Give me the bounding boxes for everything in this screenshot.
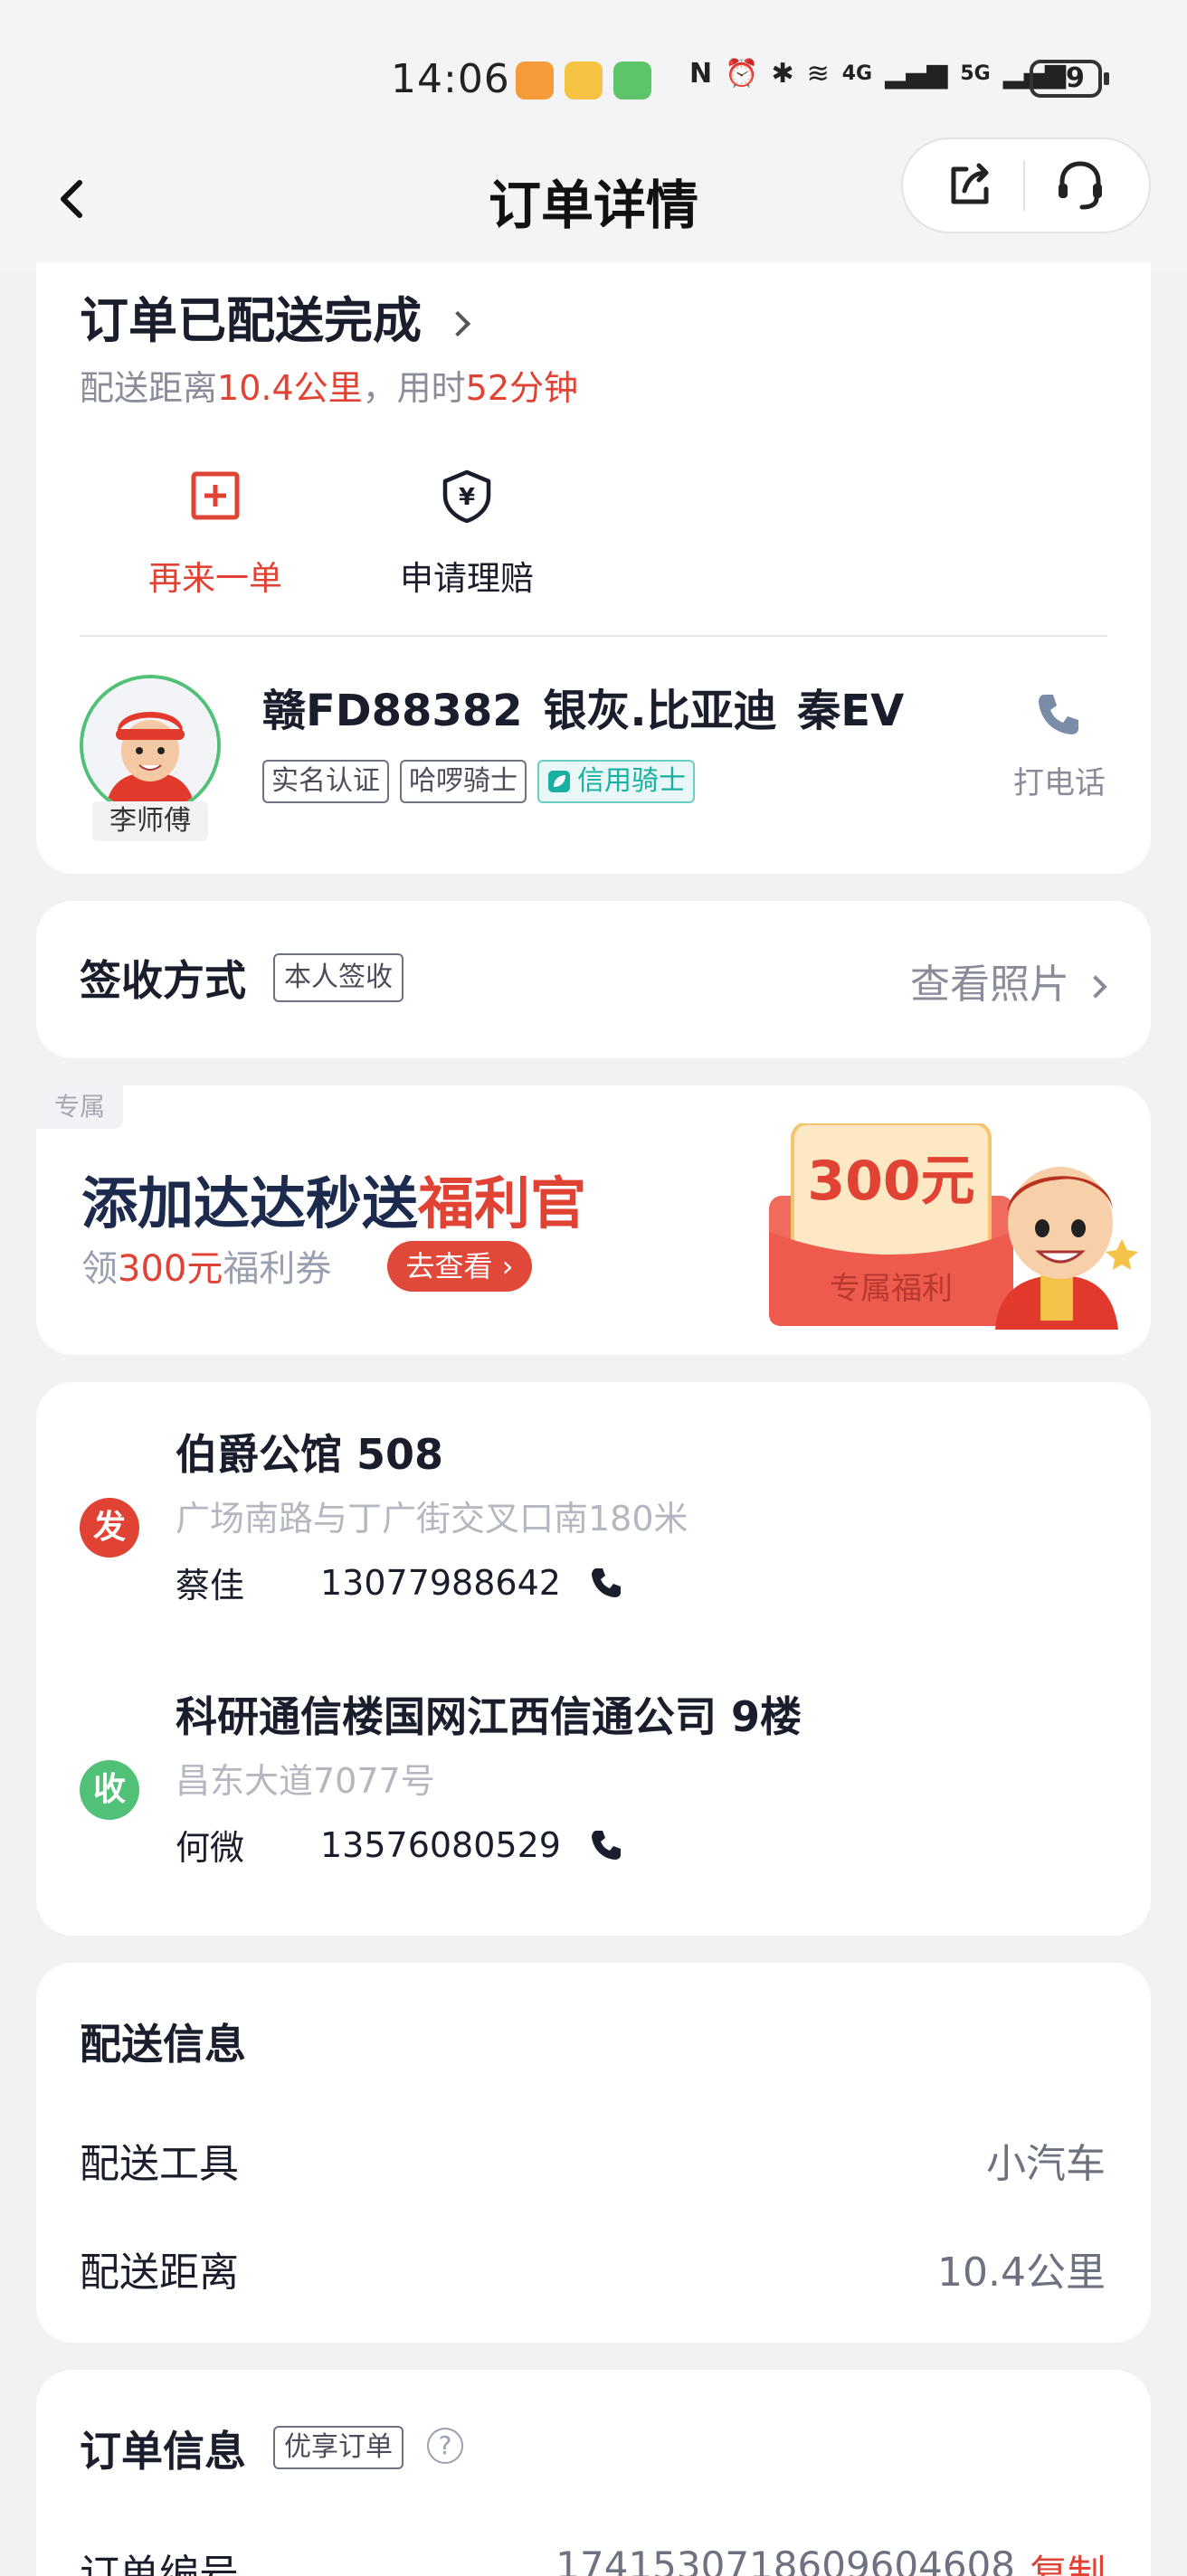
shield-yuan-icon: ¥ — [442, 469, 491, 524]
header-actions — [901, 137, 1151, 233]
call-label[interactable]: 打电话 — [1013, 758, 1106, 802]
leaf-icon — [548, 771, 570, 792]
status-bar: 14:06 N ⏰ ✱ ≋ 4G ▂▄▆ 5G ▂▄▆ 69 — [0, 0, 1187, 136]
promo-title-prefix: 添加达达秒送 — [81, 1170, 419, 1236]
rider-tags: 实名认证 哈啰骑士 信用骑士 — [262, 760, 695, 803]
rider-vehicle: 赣FD88382 银灰.比亚迪 秦EV — [262, 686, 905, 736]
summary-mid: ，用时 — [362, 368, 466, 408]
sender-address: 广场南路与丁广街交叉口南180米 — [176, 1499, 688, 1539]
sign-method-card: 签收方式 本人签收 查看照片 — [36, 901, 1151, 1058]
tag-credit-rider: 信用骑士 — [537, 760, 695, 803]
nfc-icon: N — [689, 58, 713, 90]
battery-icon: 69 — [1030, 60, 1109, 98]
signal-bars-icon: ▂▄▆ — [885, 58, 948, 90]
alarm-icon: ⏰ — [725, 58, 759, 90]
mascot-illustration — [995, 1167, 1138, 1330]
receiver-contact: 何微 13576080529 — [176, 1820, 624, 1870]
status-time: 14:06 — [391, 56, 510, 102]
sender-contact: 蔡佳 13077988642 — [176, 1558, 624, 1607]
summary-duration: 52分钟 — [465, 368, 579, 408]
promo-subtitle: 领300元福利券 — [81, 1239, 331, 1292]
receiver-address: 昌东大道7077号 — [176, 1761, 435, 1801]
promo-sub-amount: 300元 — [118, 1248, 223, 1290]
tag-verified: 实名认证 — [262, 760, 389, 803]
order-number-label: 订单编号 — [80, 2552, 239, 2576]
promo-sub-suffix: 福利券 — [223, 1248, 332, 1290]
tag-credit-label: 信用骑士 — [577, 765, 686, 797]
order-status-text: 订单已配送完成 — [80, 292, 422, 349]
status-icons: N ⏰ ✱ ≋ 4G ▂▄▆ 5G ▂▄▆ — [689, 58, 1066, 90]
order-number-value: 174153071860960460​8 — [556, 2543, 1015, 2576]
reorder-button[interactable]: 再来一单 — [134, 469, 297, 600]
order-status-card: 订单已配送完成 配送距离10.4公里，用时52分钟 再来一单 ¥ 申请理赔 李师 — [36, 262, 1151, 874]
weibo-icon — [565, 62, 603, 99]
help-icon[interactable]: ? — [427, 2428, 463, 2464]
claim-button[interactable]: ¥ 申请理赔 — [385, 469, 548, 600]
promo-go-button[interactable]: 去查看 › — [387, 1241, 532, 1292]
rider-avatar-image — [83, 678, 217, 812]
signal-4g-icon: 4G — [841, 62, 873, 85]
delivery-distance-label: 配送距离 — [80, 2249, 239, 2296]
customer-service-icon[interactable] — [1051, 156, 1109, 214]
plus-square-icon — [191, 471, 240, 520]
sender-phone[interactable]: 13077988642 — [320, 1563, 561, 1603]
copy-button[interactable]: 复制 — [1030, 2543, 1106, 2576]
summary-distance: 10.4公里 — [217, 368, 363, 408]
receiver-contact-name: 何微 — [176, 1828, 245, 1868]
phone-icon[interactable] — [588, 1565, 624, 1601]
iqiyi-icon — [613, 62, 651, 99]
view-photo-link[interactable]: 查看照片 — [910, 952, 1107, 1009]
phone-icon[interactable] — [1031, 687, 1086, 742]
sender-contact-name: 蔡佳 — [176, 1566, 245, 1605]
phone-icon[interactable] — [588, 1827, 624, 1863]
exclusive-badge: 专属 — [36, 1085, 123, 1129]
promo-go-label: 去查看 — [405, 1249, 493, 1283]
sign-method-tag: 本人签收 — [273, 953, 404, 1002]
app-notification-icon — [516, 62, 554, 99]
chevron-right-icon — [444, 311, 471, 337]
signal-5g-icon: 5G — [960, 62, 991, 85]
pill-divider — [1022, 160, 1025, 211]
delivery-tool-value: 小汽车 — [986, 2141, 1106, 2187]
promo-title-highlight: 福利官 — [418, 1170, 587, 1236]
sender-badge: 发 — [80, 1498, 139, 1558]
summary-prefix: 配送距离 — [80, 368, 218, 408]
address-card: 发 伯爵公馆 508 广场南路与丁广街交叉口南180米 蔡佳 130779886… — [36, 1382, 1151, 1936]
receiver-phone[interactable]: 13576080529 — [320, 1825, 561, 1865]
promo-banner[interactable]: 专属 添加达达秒送福利官 领300元福利券 去查看 › 300元 专属福利 — [36, 1085, 1151, 1355]
bluetooth-icon: ✱ — [771, 58, 794, 90]
promo-sub-prefix: 领 — [81, 1248, 118, 1290]
coupon-label: 专属福利 — [830, 1271, 953, 1307]
delivery-info-title: 配送信息 — [80, 2020, 246, 2069]
delivery-summary: 配送距离10.4公里，用时52分钟 — [80, 360, 578, 410]
delivery-distance-value: 10.4公里 — [937, 2249, 1106, 2296]
rider-name: 李师傅 — [92, 801, 208, 841]
promo-title: 添加达达秒送福利官 — [81, 1158, 586, 1239]
receiver-name: 科研通信楼国网江西信通公司 9楼 — [176, 1692, 802, 1741]
delivery-info-card: 配送信息 配送工具 小汽车 配送距离 10.4公里 — [36, 1963, 1151, 2343]
sign-method-title: 签收方式 — [80, 956, 246, 1005]
svg-text:¥: ¥ — [459, 484, 475, 511]
chevron-right-icon — [1084, 975, 1107, 999]
coupon-value: 300元 — [807, 1150, 974, 1213]
share-icon[interactable] — [943, 158, 997, 213]
reorder-label: 再来一单 — [148, 559, 282, 598]
view-photo-label: 查看照片 — [910, 961, 1069, 1008]
delivery-tool-label: 配送工具 — [80, 2141, 239, 2187]
section-divider — [80, 635, 1107, 637]
receiver-badge: 收 — [80, 1760, 139, 1820]
sender-name: 伯爵公馆 508 — [176, 1430, 444, 1479]
order-info-title: 订单信息 — [80, 2427, 246, 2476]
order-status-title[interactable]: 订单已配送完成 — [80, 280, 471, 352]
nav-header: 订单详情 — [0, 136, 1187, 271]
chevron-right-icon: › — [501, 1249, 514, 1283]
wifi-icon: ≋ — [806, 58, 830, 90]
order-type-tag: 优享订单 — [273, 2426, 404, 2469]
rider-avatar — [80, 675, 221, 816]
tag-hellobike-rider: 哈啰骑士 — [400, 760, 527, 803]
claim-label: 申请理赔 — [400, 559, 534, 598]
order-info-card: 订单信息 优享订单 ? 订单编号 174153071860960460​8 复制 — [36, 2370, 1151, 2576]
